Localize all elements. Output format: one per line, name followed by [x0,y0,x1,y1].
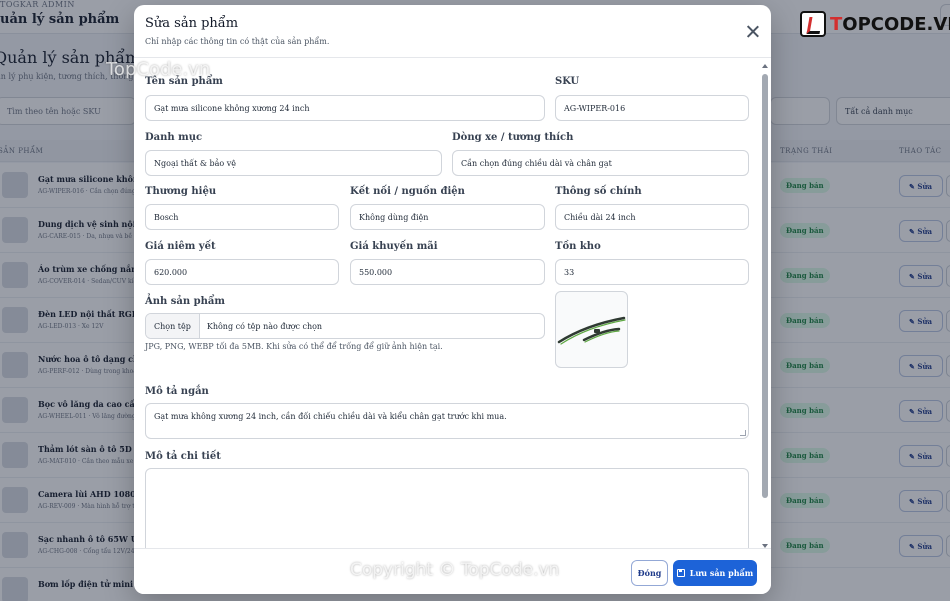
stock-label: Tồn kho [555,241,601,252]
logo-text: TOPCODE.VN [830,13,950,35]
modal-header: Sửa sản phẩm Chỉ nhập các thông tin có t… [134,5,771,58]
stock-input[interactable]: 33 [555,259,749,285]
long-desc-label: Mô tả chi tiết [145,451,221,462]
scroll-thumb[interactable] [762,74,768,498]
scroll-up-icon[interactable] [762,64,768,68]
modal-footer: Đóng Lưu sản phẩm [134,548,771,594]
power-label: Kết nối / nguồn điện [350,186,465,197]
long-desc-textarea[interactable] [145,468,749,548]
modal-scrollbar[interactable] [761,62,769,548]
product-image-preview [555,291,628,368]
short-desc-label: Mô tả ngắn [145,386,209,397]
sale-price-input[interactable]: 550.000 [350,259,545,285]
list-price-label: Giá niêm yết [145,241,216,252]
image-hint: JPG, PNG, WEBP tối đa 5MB. Khi sửa có th… [145,342,443,351]
category-select[interactable]: Ngoại thất & bảo vệ [145,150,442,176]
choose-file-button[interactable]: Chọn tệp [146,314,200,338]
modal-body: Tên sản phẩm Gạt mưa silicone không xươn… [134,59,771,548]
image-file-input[interactable]: Chọn tệp Không có tệp nào được chọn [145,313,545,339]
close-icon[interactable] [745,24,761,40]
save-button-label: Lưu sản phẩm [689,568,754,578]
spec-label: Thông số chính [555,186,642,197]
category-label: Danh mục [145,132,203,143]
list-price-input[interactable]: 620.000 [145,259,339,285]
sku-label: SKU [555,76,580,87]
brand-input[interactable]: Bosch [145,204,339,230]
save-button[interactable]: Lưu sản phẩm [673,560,757,586]
close-button[interactable]: Đóng [631,560,668,586]
sku-input[interactable]: AG-WIPER-016 [555,95,749,121]
short-desc-value: Gạt mưa không xương 24 inch, cần đối chi… [154,412,507,421]
modal-subtitle: Chỉ nhập các thông tin có thật của sản p… [145,37,330,46]
name-label: Tên sản phẩm [145,76,223,87]
logo-icon [800,11,826,37]
modal-title: Sửa sản phẩm [145,16,239,31]
name-input[interactable]: Gạt mưa silicone không xương 24 inch [145,95,545,121]
image-label: Ảnh sản phẩm [145,296,225,307]
spec-input[interactable]: Chiều dài 24 inch [555,204,749,230]
site-logo: TOPCODE.VN [800,9,950,39]
edit-product-modal: Sửa sản phẩm Chỉ nhập các thông tin có t… [134,5,771,594]
brand-label: Thương hiệu [145,186,217,197]
file-name-text: Không có tệp nào được chọn [206,321,323,331]
compat-label: Dòng xe / tương thích [452,132,574,143]
save-icon [676,569,685,577]
sale-price-label: Giá khuyến mãi [350,241,438,252]
power-input[interactable]: Không dùng điện [350,204,545,230]
resize-handle-icon[interactable] [740,430,746,436]
compat-input[interactable]: Cần chọn đúng chiều dài và chân gạt [452,150,749,176]
wiper-blade-icon [557,316,626,345]
short-desc-textarea[interactable]: Gạt mưa không xương 24 inch, cần đối chi… [145,403,749,439]
